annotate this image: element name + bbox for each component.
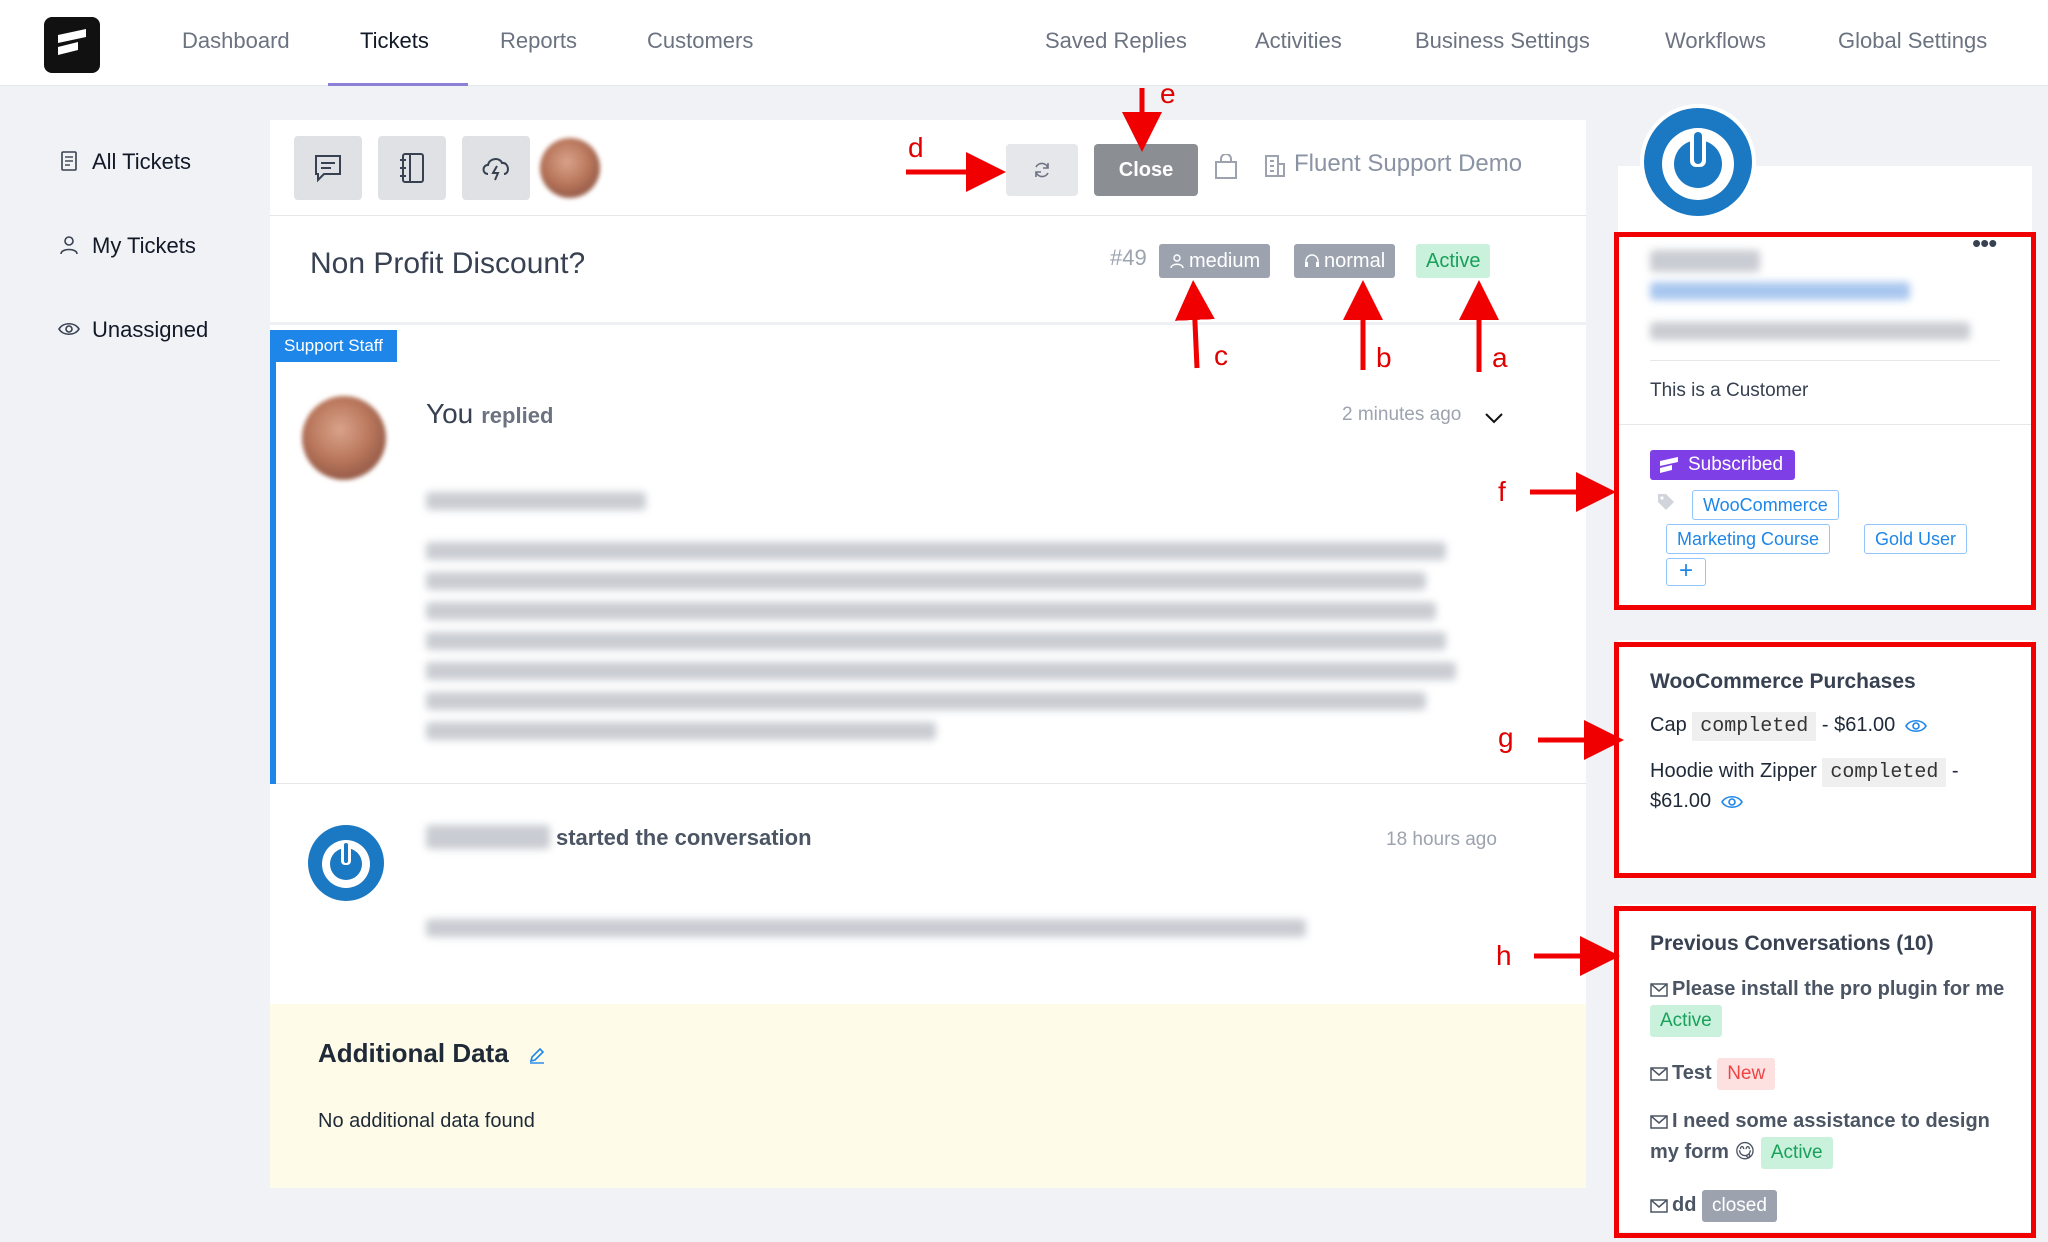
annotation-arrows — [906, 88, 1624, 976]
annotation-arrow-c — [1174, 280, 1215, 369]
annotation-label-d: d — [908, 132, 924, 163]
annotation-label-b: b — [1376, 342, 1392, 373]
annotation-label-g: g — [1498, 722, 1514, 753]
annotation-label-f: f — [1498, 476, 1506, 507]
annotation-label-a: a — [1492, 342, 1508, 373]
annotation-label-h: h — [1496, 940, 1512, 971]
annotation-label-c: c — [1214, 340, 1228, 371]
annotation-label-e: e — [1160, 78, 1176, 109]
